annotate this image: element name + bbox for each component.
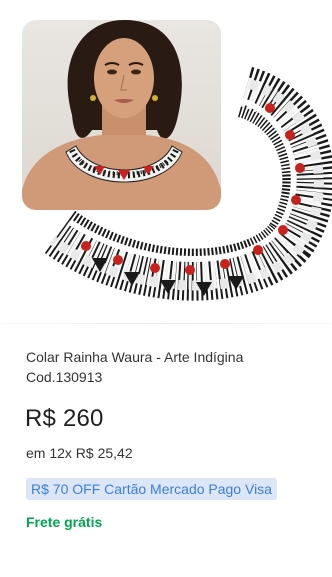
product-title[interactable]: Colar Rainha Waura - Arte Indígina Cod.1… [26,347,316,387]
product-title-line-1[interactable]: Colar Rainha Waura - Arte Indígina [26,347,316,367]
promo-badge: R$ 70 OFF Cartão Mercado Pago Visa [26,478,277,500]
section-divider [0,323,332,324]
installments-text: em 12x R$ 25,42 [26,445,133,461]
necklace-illustration [44,66,332,301]
product-code[interactable]: Cod.130913 [26,367,316,387]
product-price: R$ 260 [25,405,104,432]
product-card[interactable]: Colar Rainha Waura - Arte Indígina Cod.1… [0,0,332,577]
free-shipping-label: Frete grátis [26,514,103,530]
product-image[interactable] [0,0,332,322]
